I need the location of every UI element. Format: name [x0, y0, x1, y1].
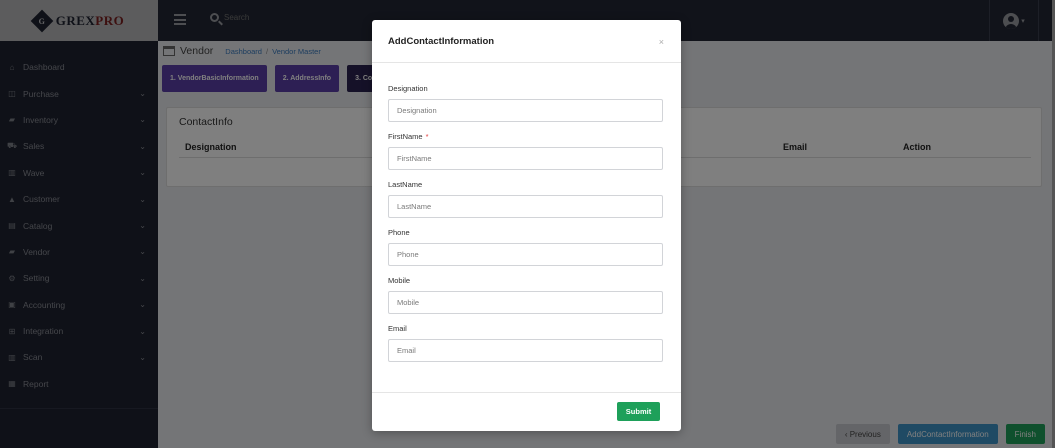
firstname-input[interactable] [388, 147, 663, 170]
phone-form-group: Phone [388, 228, 664, 266]
required-mark: * [425, 132, 429, 141]
designation-input[interactable] [388, 99, 663, 122]
modal-header: AddContactInformation × [372, 20, 681, 63]
lastname-form-group: LastName [388, 180, 664, 218]
submit-button[interactable]: Submit [617, 402, 660, 421]
mobile-input[interactable] [388, 291, 663, 314]
modal-footer: Submit [372, 392, 681, 431]
close-icon[interactable]: × [659, 37, 664, 47]
mobile-form-group: Mobile [388, 276, 664, 314]
firstname-form-group: FirstName * [388, 132, 664, 170]
mobile-label: Mobile [388, 276, 411, 285]
email-form-group: Email [388, 324, 664, 362]
phone-label: Phone [388, 228, 410, 237]
add-contact-modal: AddContactInformation × Designation First… [372, 20, 681, 431]
lastname-label: LastName [388, 180, 423, 189]
email-label: Email [388, 324, 407, 333]
modal-title: AddContactInformation [388, 36, 495, 47]
phone-input[interactable] [388, 243, 663, 266]
firstname-label: FirstName * [388, 132, 429, 141]
email-input[interactable] [388, 339, 663, 362]
lastname-input[interactable] [388, 195, 663, 218]
designation-label: Designation [388, 84, 428, 93]
designation-form-group: Designation [388, 84, 664, 122]
